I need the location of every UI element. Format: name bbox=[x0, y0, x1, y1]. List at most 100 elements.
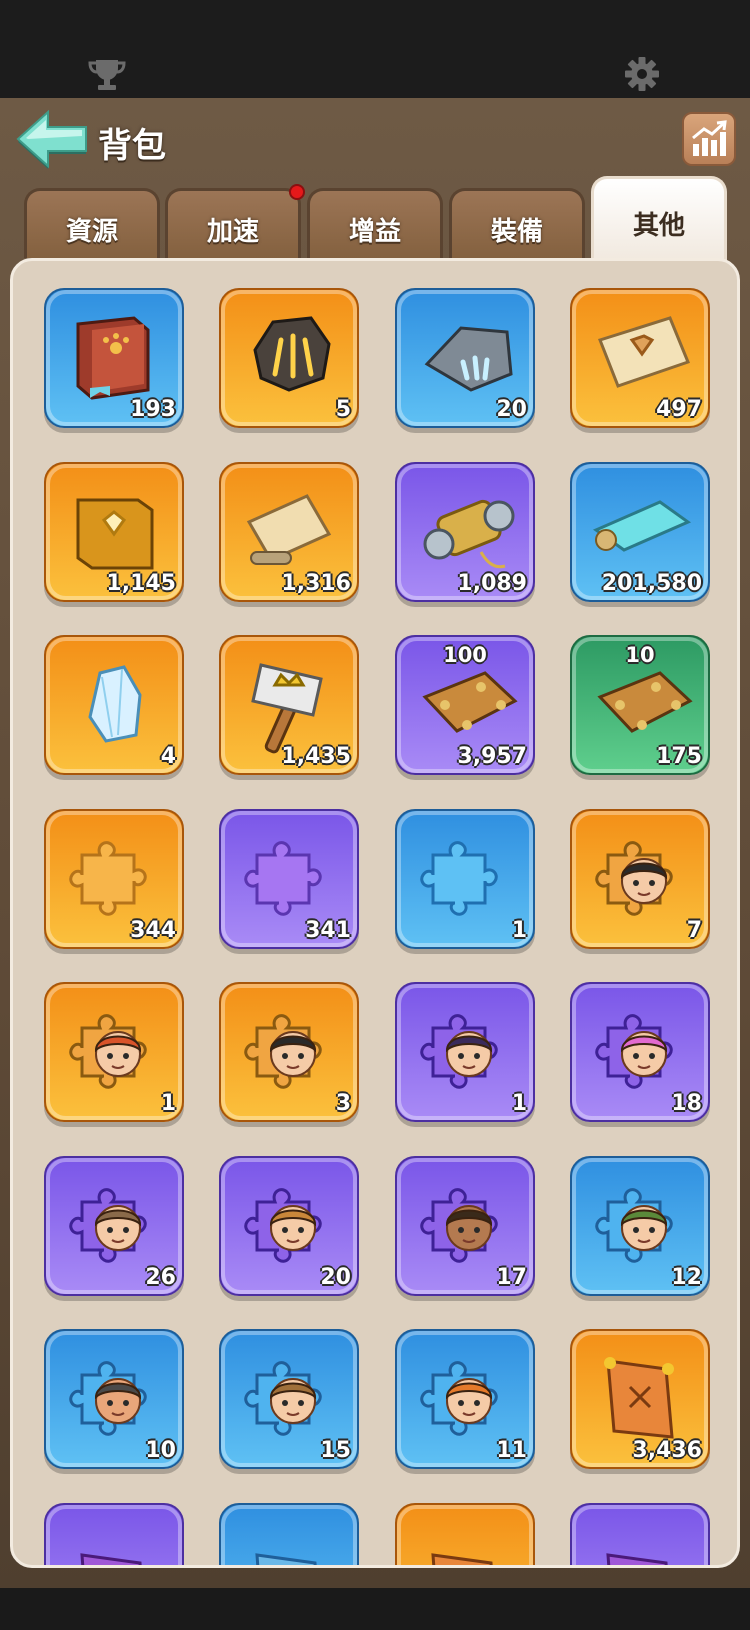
inventory-item[interactable]: 18 bbox=[570, 982, 710, 1122]
item-count: 497 bbox=[656, 397, 702, 422]
item-count: 11 bbox=[496, 1438, 527, 1463]
status-bar bbox=[0, 0, 750, 98]
inventory-item[interactable] bbox=[219, 1503, 359, 1565]
inventory-item[interactable]: 7 bbox=[570, 809, 710, 949]
map-scroll-icon bbox=[246, 494, 332, 565]
item-count: 1,089 bbox=[457, 571, 527, 596]
inventory-item[interactable]: 1 bbox=[395, 809, 535, 949]
thread-spool-icon bbox=[423, 499, 515, 569]
emblem-book-icon bbox=[604, 1357, 674, 1439]
item-count: 341 bbox=[305, 918, 351, 943]
item-count: 20 bbox=[496, 397, 527, 422]
inventory-item[interactable]: 5 bbox=[219, 288, 359, 428]
inventory-item[interactable]: 4 bbox=[44, 635, 184, 775]
inventory-item[interactable]: 11 bbox=[395, 1329, 535, 1469]
blue-emblem-book-icon bbox=[255, 1553, 317, 1565]
claw-stone-icon bbox=[424, 326, 513, 392]
helmet-hero-puzzle-icon bbox=[69, 1361, 147, 1436]
paw-book-icon bbox=[76, 316, 150, 400]
inventory-item[interactable]: 1 bbox=[44, 982, 184, 1122]
orange-puzzle-icon bbox=[69, 841, 147, 916]
inventory-item[interactable]: 341 bbox=[219, 809, 359, 949]
item-count: 3,957 bbox=[457, 744, 527, 769]
item-count: 3,436 bbox=[632, 1438, 702, 1463]
inventory-item[interactable]: 26 bbox=[44, 1156, 184, 1296]
item-count: 1,435 bbox=[281, 744, 351, 769]
item-count: 344 bbox=[130, 918, 176, 943]
redhead-hero-puzzle-icon bbox=[69, 1014, 147, 1089]
item-count: 4 bbox=[160, 744, 176, 769]
pirate-hero-puzzle-icon bbox=[595, 841, 673, 916]
navigation-bar bbox=[0, 1588, 750, 1630]
inventory-item[interactable]: 1,145 bbox=[44, 462, 184, 602]
tab-speedups[interactable]: 加速 bbox=[165, 188, 301, 258]
item-count: 17 bbox=[496, 1265, 527, 1290]
page-title: 背包 bbox=[98, 126, 166, 166]
inventory-item[interactable]: 100 3,957 bbox=[395, 635, 535, 775]
purple-emblem-book-icon bbox=[80, 1553, 142, 1565]
inventory-item[interactable]: 17 bbox=[395, 1156, 535, 1296]
goggles-hero-puzzle-icon bbox=[244, 1361, 322, 1436]
inventory-item[interactable]: 10 bbox=[44, 1329, 184, 1469]
gear-icon[interactable] bbox=[624, 56, 660, 92]
tab-other[interactable]: 其他 bbox=[591, 176, 727, 260]
inventory-item[interactable]: 1 bbox=[395, 982, 535, 1122]
inventory-item[interactable]: 15 bbox=[219, 1329, 359, 1469]
inventory-item[interactable] bbox=[44, 1503, 184, 1565]
tab-equipment[interactable]: 裝備 bbox=[449, 188, 585, 258]
inventory-item[interactable]: 1,316 bbox=[219, 462, 359, 602]
crystal-icon bbox=[88, 665, 142, 743]
item-count: 10 bbox=[145, 1438, 176, 1463]
item-count: 15 bbox=[320, 1438, 351, 1463]
item-count: 1,145 bbox=[106, 571, 176, 596]
purple-flag-book-icon bbox=[606, 1553, 668, 1565]
stats-button[interactable] bbox=[682, 112, 736, 166]
inventory-item[interactable] bbox=[570, 1503, 710, 1565]
archer-hero-puzzle-icon bbox=[595, 1188, 673, 1263]
tab-boosts[interactable]: 增益 bbox=[307, 188, 443, 258]
purple-puzzle-icon bbox=[244, 841, 322, 916]
inventory-item[interactable]: 201,580 bbox=[570, 462, 710, 602]
flag-book-icon bbox=[431, 1553, 493, 1565]
inventory-item[interactable]: 193 bbox=[44, 288, 184, 428]
item-count: 201,580 bbox=[601, 571, 702, 596]
item-grid: 193 5 20 497 1,145 1,316 1,089 201,580 4 1,435 10… bbox=[10, 258, 740, 1568]
item-count: 1,316 bbox=[281, 571, 351, 596]
item-count: 20 bbox=[320, 1265, 351, 1290]
dwarf-hero-puzzle-icon bbox=[420, 1361, 498, 1436]
gem-book-icon bbox=[76, 498, 154, 570]
crown-hammer-icon bbox=[251, 663, 323, 754]
inventory-item[interactable]: 3,436 bbox=[570, 1329, 710, 1469]
item-count: 1 bbox=[160, 1091, 176, 1116]
notification-dot bbox=[289, 184, 305, 200]
item-count: 26 bbox=[145, 1265, 176, 1290]
inventory-item[interactable]: 20 bbox=[219, 1156, 359, 1296]
inventory-item[interactable]: 344 bbox=[44, 809, 184, 949]
inventory-item[interactable]: 497 bbox=[570, 288, 710, 428]
swordsman-hero-puzzle-icon bbox=[69, 1188, 147, 1263]
pink-hair-hero-puzzle-icon bbox=[595, 1014, 673, 1089]
item-count: 18 bbox=[671, 1091, 702, 1116]
inventory-item[interactable]: 10 175 bbox=[570, 635, 710, 775]
trophy-icon[interactable] bbox=[88, 58, 126, 92]
inventory-item[interactable] bbox=[395, 1503, 535, 1565]
item-count: 12 bbox=[671, 1265, 702, 1290]
rune-stone-icon bbox=[253, 316, 331, 392]
tab-resources[interactable]: 資源 bbox=[24, 188, 160, 258]
gem-scroll-icon bbox=[598, 316, 690, 388]
bald-warrior-hero-puzzle-icon bbox=[420, 1188, 498, 1263]
inventory-item[interactable]: 3 bbox=[219, 982, 359, 1122]
item-count: 7 bbox=[686, 918, 702, 943]
blue-puzzle-icon bbox=[420, 841, 498, 916]
back-arrow-icon[interactable] bbox=[14, 108, 90, 170]
item-count: 5 bbox=[335, 397, 351, 422]
bearded-hat-hero-puzzle-icon bbox=[244, 1188, 322, 1263]
witch-hero-puzzle-icon bbox=[420, 1014, 498, 1089]
inventory-item[interactable]: 1,435 bbox=[219, 635, 359, 775]
inventory-item[interactable]: 1,089 bbox=[395, 462, 535, 602]
inventory-item[interactable]: 20 bbox=[395, 288, 535, 428]
item-count: 193 bbox=[130, 397, 176, 422]
item-count: 3 bbox=[335, 1091, 351, 1116]
item-quantity-badge: 100 bbox=[443, 643, 487, 667]
inventory-item[interactable]: 12 bbox=[570, 1156, 710, 1296]
